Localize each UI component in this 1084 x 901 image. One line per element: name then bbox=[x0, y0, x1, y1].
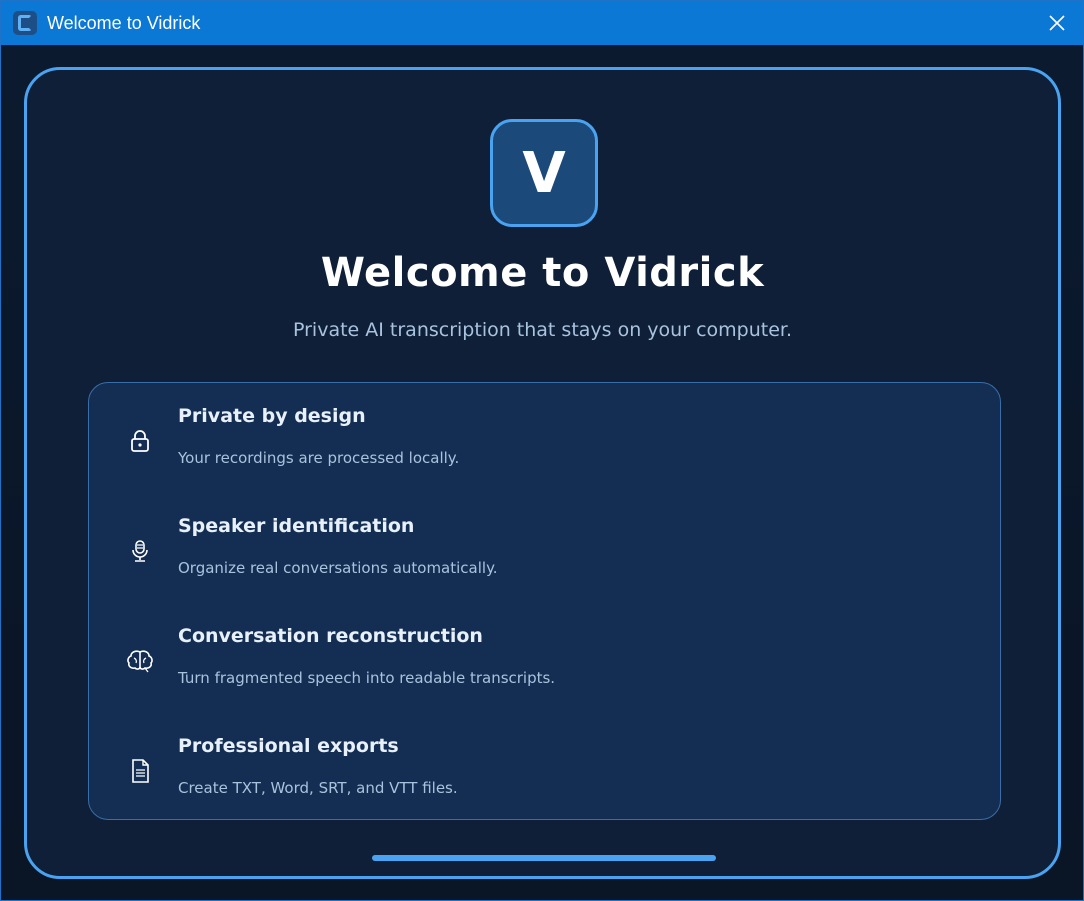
lock-icon bbox=[126, 427, 154, 455]
vidrick-logo: V bbox=[490, 119, 598, 227]
logo-letter: V bbox=[522, 140, 566, 206]
title-bar[interactable]: Welcome to Vidrick bbox=[1, 1, 1083, 45]
page-subtitle: Private AI transcription that stays on y… bbox=[293, 319, 792, 341]
feature-title: Conversation reconstruction bbox=[178, 625, 483, 647]
page-title: Welcome to Vidrick bbox=[320, 250, 765, 296]
feature-title: Speaker identification bbox=[178, 515, 415, 537]
feature-item: Private by design Your recordings are pr… bbox=[89, 383, 1000, 493]
feature-item: Conversation reconstruction Turn fragmen… bbox=[89, 603, 1000, 713]
feature-description: Turn fragmented speech into readable tra… bbox=[178, 669, 556, 687]
client-area: V Welcome to Vidrick Private AI transcri… bbox=[1, 45, 1083, 900]
feature-description: Your recordings are processed locally. bbox=[178, 449, 460, 467]
microphone-icon bbox=[126, 537, 154, 565]
close-icon bbox=[1049, 15, 1065, 31]
document-icon bbox=[126, 757, 154, 785]
onboarding-progress-bar bbox=[372, 855, 716, 861]
feature-list: Private by design Your recordings are pr… bbox=[88, 382, 1001, 820]
close-button[interactable] bbox=[1039, 7, 1075, 39]
app-icon bbox=[13, 11, 37, 35]
feature-item: Professional exports Create TXT, Word, S… bbox=[89, 713, 1000, 823]
brain-icon bbox=[126, 647, 154, 675]
feature-description: Organize real conversations automaticall… bbox=[178, 559, 498, 577]
window-title: Welcome to Vidrick bbox=[47, 13, 201, 33]
welcome-panel: V Welcome to Vidrick Private AI transcri… bbox=[24, 67, 1061, 879]
welcome-window: Welcome to Vidrick V Welcome to Vidrick … bbox=[0, 0, 1084, 901]
feature-item: Speaker identification Organize real con… bbox=[89, 493, 1000, 603]
feature-title: Private by design bbox=[178, 405, 366, 427]
feature-title: Professional exports bbox=[178, 735, 399, 757]
feature-description: Create TXT, Word, SRT, and VTT files. bbox=[178, 779, 458, 797]
